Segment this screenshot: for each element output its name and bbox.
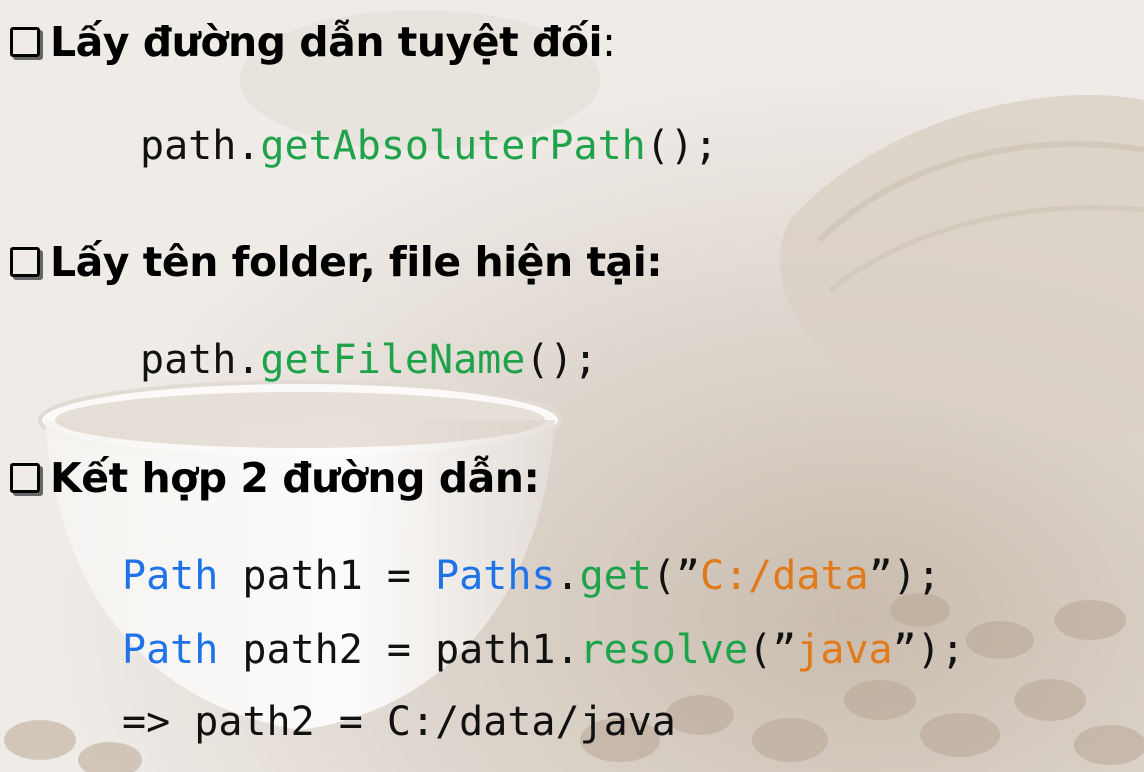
code-token: (); [645, 123, 718, 169]
code-file-name: path.getFileName(); [140, 340, 598, 380]
code-method: getAbsoluterPath [260, 123, 646, 169]
code-string: C:/data [700, 553, 869, 599]
heading-combine-paths: Kết hợp 2 đường dẫn: [10, 454, 540, 502]
heading-file-name-colon: : [646, 238, 663, 286]
code-token: ”); [868, 553, 941, 599]
heading-absolute-path-colon: : [602, 18, 616, 66]
heading-file-name-text: Lấy tên folder, file hiện tại [50, 238, 647, 286]
code-token: path. [140, 123, 261, 169]
code-token: path1 = [218, 553, 436, 599]
code-token: path. [140, 337, 261, 383]
code-method: get [579, 553, 652, 599]
checkbox-bullet-icon [10, 27, 40, 57]
heading-combine-paths-text: Kết hợp 2 đường dẫn [50, 454, 524, 502]
code-method: getFileName [260, 337, 526, 383]
heading-absolute-path: Lấy đường dẫn tuyệt đối: [10, 18, 616, 66]
checkbox-bullet-icon [10, 247, 40, 277]
code-type: Path [122, 627, 219, 673]
code-method: resolve [579, 627, 749, 673]
code-string: java [796, 627, 893, 673]
heading-absolute-path-text: Lấy đường dẫn tuyệt đối [50, 18, 603, 66]
checkbox-bullet-icon [10, 463, 40, 493]
code-result: => path2 = C:/data/java [122, 699, 676, 745]
code-token: . [555, 553, 580, 599]
heading-combine-paths-colon: : [523, 454, 540, 502]
heading-file-name: Lấy tên folder, file hiện tại: [10, 238, 663, 286]
code-token: path2 = path1. [218, 627, 580, 673]
code-token: (” [748, 627, 797, 673]
code-line-1: Path path1 = Paths.get(”C:/data”); [122, 556, 941, 596]
code-type: Path [122, 553, 219, 599]
code-token: (” [651, 553, 701, 599]
code-token: (); [525, 337, 598, 383]
code-class: Paths [435, 553, 556, 599]
code-line-3: => path2 = C:/data/java [122, 702, 676, 742]
code-absolute-path: path.getAbsoluterPath(); [140, 126, 718, 166]
code-line-2: Path path2 = path1.resolve(”java”); [122, 630, 965, 670]
code-token: ”); [892, 627, 965, 673]
